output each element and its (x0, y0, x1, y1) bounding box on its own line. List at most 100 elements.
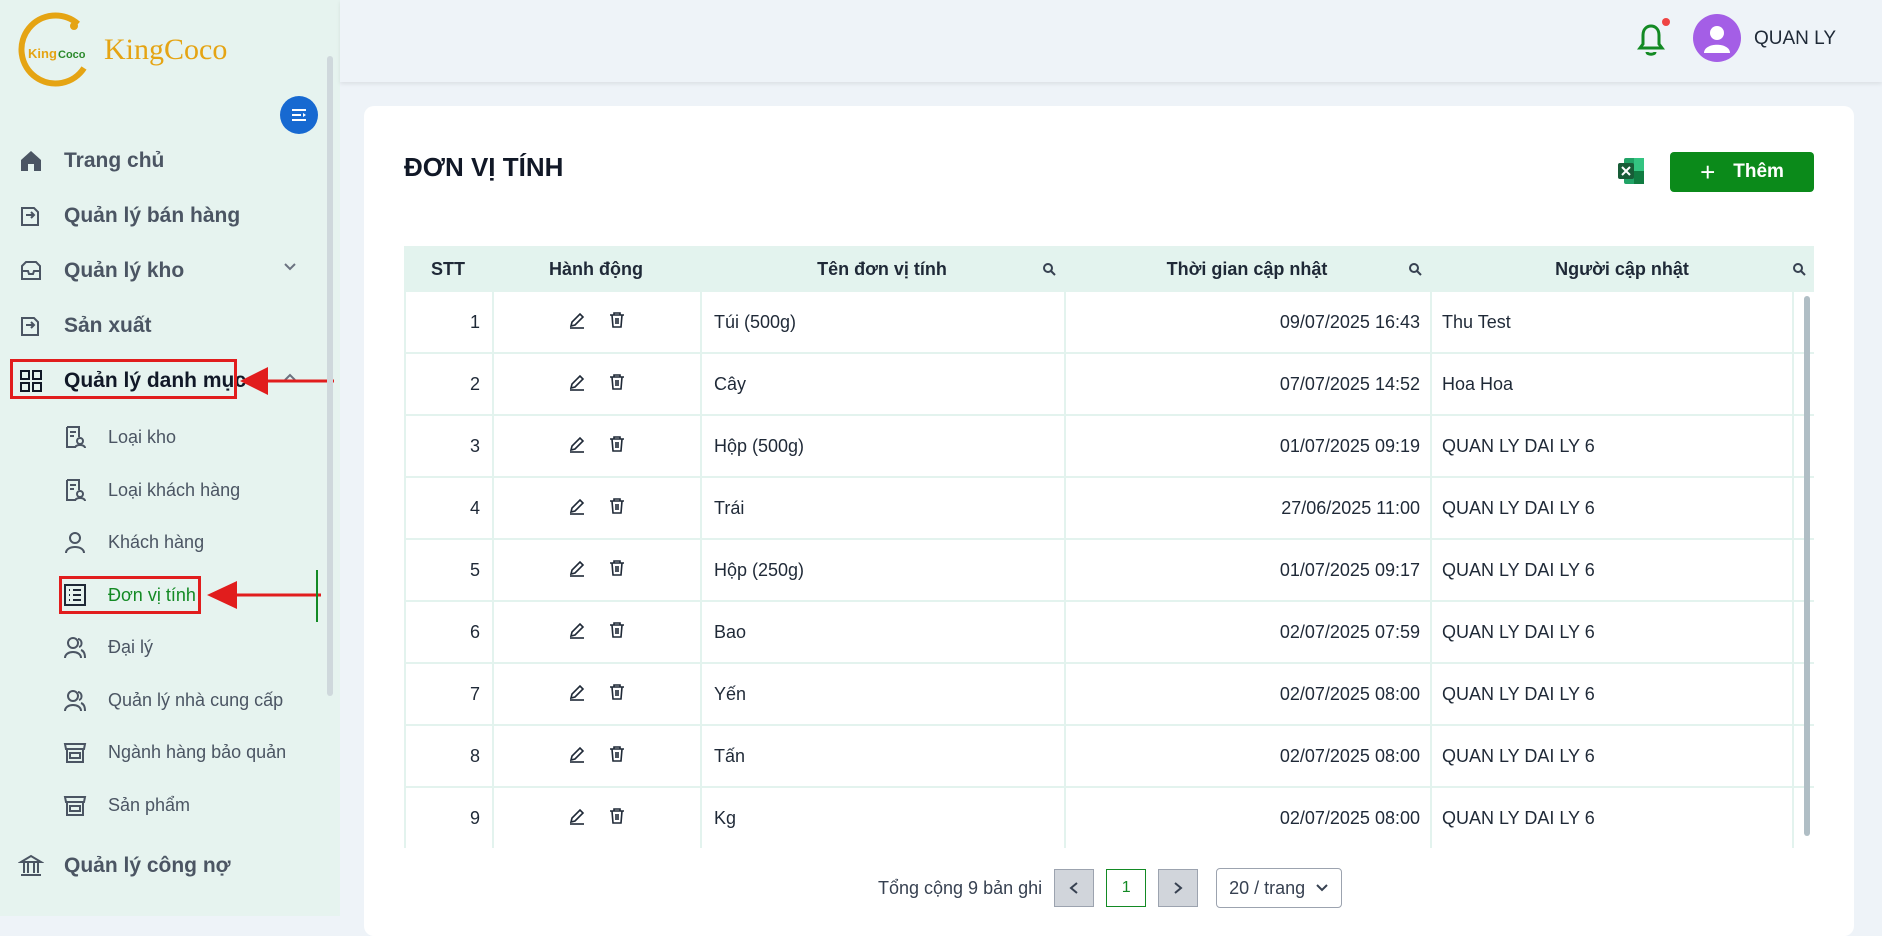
edit-icon[interactable] (568, 683, 586, 706)
main-card: ĐƠN VỊ TÍNH + Thêm STT Hành động Tên đơn… (364, 106, 1854, 936)
cell-time: 01/07/2025 09:17 (1064, 540, 1430, 600)
sidebar-item-sales[interactable]: Quản lý bán hàng (16, 196, 240, 236)
cell-actions (492, 726, 700, 786)
users-icon (60, 632, 90, 662)
logo[interactable]: King Coco KingCoco (18, 12, 227, 88)
column-header-label: Tên đơn vị tính (817, 258, 947, 279)
cell-actions (492, 788, 700, 848)
annotation-highlight-box (10, 359, 237, 399)
cell-user: QUAN LY DAI LY 6 (1430, 416, 1794, 476)
sales-icon (16, 201, 46, 231)
cell-time: 02/07/2025 08:00 (1064, 788, 1430, 848)
search-icon[interactable] (1408, 260, 1422, 281)
edit-icon[interactable] (568, 373, 586, 396)
edit-icon[interactable] (568, 559, 586, 582)
edit-icon[interactable] (568, 311, 586, 334)
username[interactable]: QUAN LY (1754, 28, 1836, 50)
active-indicator (316, 570, 318, 622)
prev-page-button[interactable] (1054, 869, 1095, 907)
search-icon[interactable] (1042, 260, 1056, 281)
notification-dot (1662, 18, 1670, 26)
table-scrollbar[interactable] (1804, 296, 1810, 836)
cell-time: 07/07/2025 14:52 (1064, 354, 1430, 414)
cell-name: Túi (500g) (700, 292, 1064, 352)
table-row: 9 Kg 02/07/2025 08:00 QUAN LY DAI LY 6 (404, 788, 1814, 848)
avatar[interactable] (1693, 14, 1741, 62)
column-header-time: Thời gian cập nhật (1064, 246, 1430, 292)
edit-icon[interactable] (568, 497, 586, 520)
delete-icon[interactable] (608, 745, 626, 768)
search-icon[interactable] (1792, 260, 1806, 281)
delete-icon[interactable] (608, 435, 626, 458)
delete-icon[interactable] (608, 807, 626, 830)
sidebar-item-debt[interactable]: Quản lý công nợ (16, 846, 231, 886)
sidebar-sub-item-label: Loại kho (108, 426, 177, 447)
sidebar-sub-item-agent[interactable]: Đại lý (60, 629, 153, 665)
page-size-select[interactable]: 20 / trang (1216, 868, 1343, 908)
table-body: 1 Túi (500g) 09/07/2025 16:43 Thu Test 2 Cây 0… (404, 292, 1814, 848)
sidebar-item-label: Quản lý công nợ (64, 854, 231, 877)
delete-icon[interactable] (608, 311, 626, 334)
sidebar-scrollbar[interactable] (327, 56, 333, 696)
pagination-total: Tổng cộng 9 bản ghi (878, 877, 1043, 898)
production-icon (16, 311, 46, 341)
delete-icon[interactable] (608, 497, 626, 520)
table-row: 4 Trái 27/06/2025 11:00 QUAN LY DAI LY 6 (404, 478, 1814, 540)
units-table: STT Hành động Tên đơn vị tính Thời gian … (404, 246, 1814, 848)
page-title: ĐƠN VỊ TÍNH (404, 152, 564, 182)
page-number-button[interactable]: 1 (1106, 869, 1147, 907)
sidebar-item-inventory[interactable]: Quản lý kho (16, 251, 184, 291)
delete-icon[interactable] (608, 559, 626, 582)
sidebar-sub-item-warehouse-type[interactable]: Loại kho (60, 419, 176, 455)
svg-text:Coco: Coco (58, 49, 86, 61)
cell-name: Cây (700, 354, 1064, 414)
edit-icon[interactable] (568, 435, 586, 458)
annotation-arrow (240, 367, 334, 395)
collapse-sidebar-button[interactable] (280, 96, 318, 134)
cell-stt: 1 (404, 292, 492, 352)
cell-time: 02/07/2025 08:00 (1064, 726, 1430, 786)
cell-actions (492, 540, 700, 600)
sidebar-sub-item-storage-category[interactable]: Ngành hàng bảo quản (60, 734, 286, 770)
sidebar-sub-item-label: Đại lý (108, 636, 154, 657)
delete-icon[interactable] (608, 683, 626, 706)
cell-actions (492, 416, 700, 476)
next-page-button[interactable] (1158, 869, 1199, 907)
cell-name: Tấn (700, 726, 1064, 786)
cell-time: 27/06/2025 11:00 (1064, 478, 1430, 538)
collapse-icon (292, 109, 306, 121)
sidebar-item-production[interactable]: Sản xuất (16, 306, 152, 346)
doc-user-icon (60, 475, 90, 505)
edit-icon[interactable] (568, 745, 586, 768)
sidebar-sub-item-label: Quản lý nhà cung cấp (108, 689, 284, 710)
sidebar-sub-item-label: Ngành hàng bảo quản (108, 741, 287, 762)
sidebar-item-home[interactable]: Trang chủ (16, 141, 164, 181)
cell-actions (492, 292, 700, 352)
sidebar-sub-item-customer-type[interactable]: Loại khách hàng (60, 472, 240, 508)
svg-text:King: King (28, 46, 57, 61)
sidebar-sub-item-product[interactable]: Sản phẩm (60, 787, 190, 823)
annotation-arrow (207, 581, 321, 609)
cell-time: 02/07/2025 08:00 (1064, 664, 1430, 724)
column-header-stt: STT (431, 258, 465, 279)
cell-actions (492, 602, 700, 662)
sidebar-item-label: Sản xuất (64, 314, 152, 337)
logo-icon: King Coco (18, 12, 87, 87)
add-button[interactable]: + Thêm (1670, 152, 1814, 192)
table-row: 3 Hộp (500g) 01/07/2025 09:19 QUAN LY DAI L… (404, 416, 1814, 478)
edit-icon[interactable] (568, 621, 586, 644)
cell-user: QUAN LY DAI LY 6 (1430, 602, 1794, 662)
cell-stt: 9 (404, 788, 492, 848)
delete-icon[interactable] (608, 621, 626, 644)
sidebar-sub-item-customer[interactable]: Khách hàng (60, 524, 204, 560)
sidebar-sub-item-supplier[interactable]: Quản lý nhà cung cấp (60, 682, 283, 718)
cell-user: QUAN LY DAI LY 6 (1430, 726, 1794, 786)
edit-icon[interactable] (568, 807, 586, 830)
excel-icon (1618, 158, 1644, 184)
excel-export-button[interactable] (1616, 156, 1646, 186)
table-row: 1 Túi (500g) 09/07/2025 16:43 Thu Test (404, 292, 1814, 354)
user-icon (60, 527, 90, 557)
delete-icon[interactable] (608, 373, 626, 396)
bell-icon[interactable] (1634, 20, 1668, 63)
chevron-down-icon[interactable] (282, 259, 298, 280)
